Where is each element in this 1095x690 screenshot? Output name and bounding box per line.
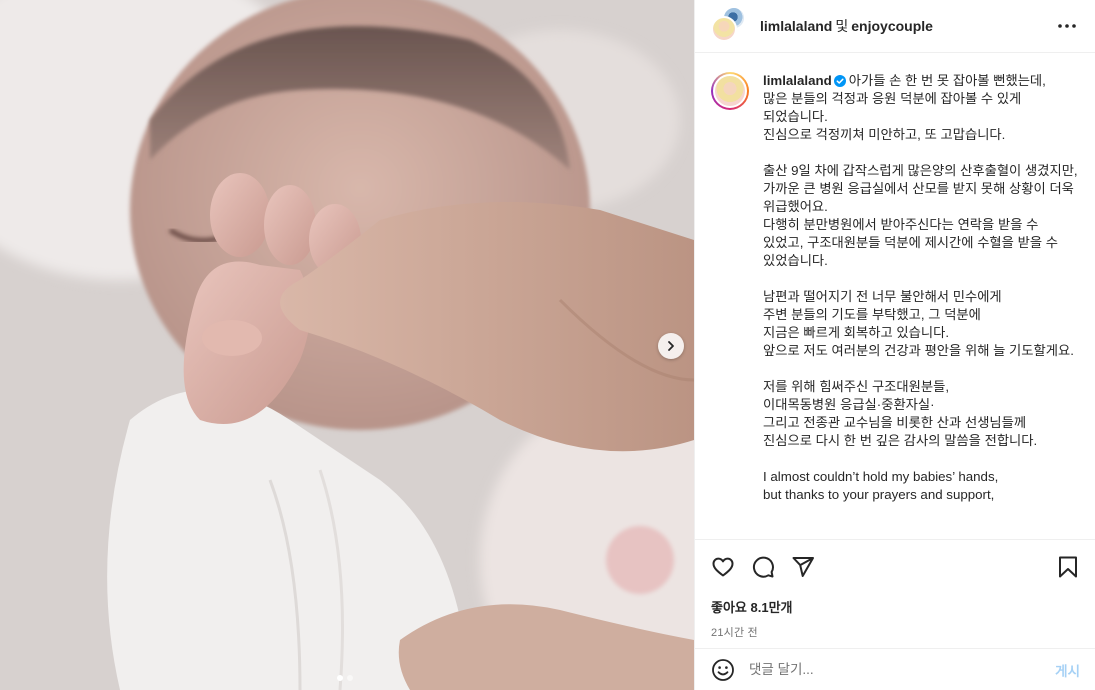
- post-media: [0, 0, 694, 690]
- author-conjunction: 및: [835, 18, 849, 34]
- comment-input[interactable]: [749, 662, 1056, 677]
- emoji-icon: [712, 658, 734, 681]
- action-section: 좋아요 8.1만개 21시간 전: [695, 539, 1095, 640]
- caption-text: 아가들 손 한 번 못 잡아볼 뻔했는데, 많은 분들의 걱정과 응원 덕분에 …: [763, 73, 1078, 502]
- post-header: limlalaland 및 enjoycouple: [695, 0, 1095, 53]
- verified-badge-icon: [833, 75, 846, 87]
- next-slide-button[interactable]: [658, 333, 684, 359]
- post-side-panel: limlalaland 및 enjoycouple limlalaland 아가들 손…: [694, 0, 1095, 690]
- caption-body: limlalaland 아가들 손 한 번 못 잡아볼 뻔했는데, 많은 분들의 …: [763, 72, 1080, 504]
- share-button[interactable]: [791, 555, 815, 579]
- caption-avatar[interactable]: [711, 72, 749, 110]
- like-button[interactable]: [711, 555, 735, 579]
- comment-bar: 게시: [695, 648, 1095, 690]
- post-comment-button[interactable]: 게시: [1055, 660, 1080, 680]
- caption-username[interactable]: limlalaland: [763, 73, 832, 88]
- likes-count[interactable]: 좋아요 8.1만개: [711, 597, 1080, 616]
- comment-icon: [752, 556, 774, 578]
- emoji-button[interactable]: [711, 658, 735, 682]
- carousel-dot-active: [337, 675, 343, 681]
- baby-hand-photo: [0, 0, 694, 690]
- caption-area: limlalaland 아가들 손 한 번 못 잡아볼 뻔했는데, 많은 분들의 …: [695, 54, 1095, 539]
- heart-icon: [712, 557, 734, 577]
- send-icon: [792, 557, 814, 577]
- carousel-indicator: [337, 675, 353, 681]
- action-bar: [711, 552, 1080, 582]
- more-options-button[interactable]: [1055, 14, 1079, 38]
- carousel-dot: [347, 675, 353, 681]
- collab-avatars[interactable]: [711, 6, 746, 42]
- avatar-limlalaland: [711, 16, 737, 42]
- comment-button[interactable]: [751, 555, 775, 579]
- post-authors: limlalaland 및 enjoycouple: [760, 16, 1055, 36]
- chevron-right-icon: [668, 341, 674, 351]
- collaborator-username[interactable]: enjoycouple: [851, 18, 933, 34]
- post-timestamp[interactable]: 21시간 전: [711, 624, 1080, 640]
- bookmark-icon: [1059, 556, 1077, 578]
- more-horizontal-icon: [1058, 24, 1076, 28]
- author-username[interactable]: limlalaland: [760, 18, 832, 34]
- save-button[interactable]: [1056, 555, 1080, 579]
